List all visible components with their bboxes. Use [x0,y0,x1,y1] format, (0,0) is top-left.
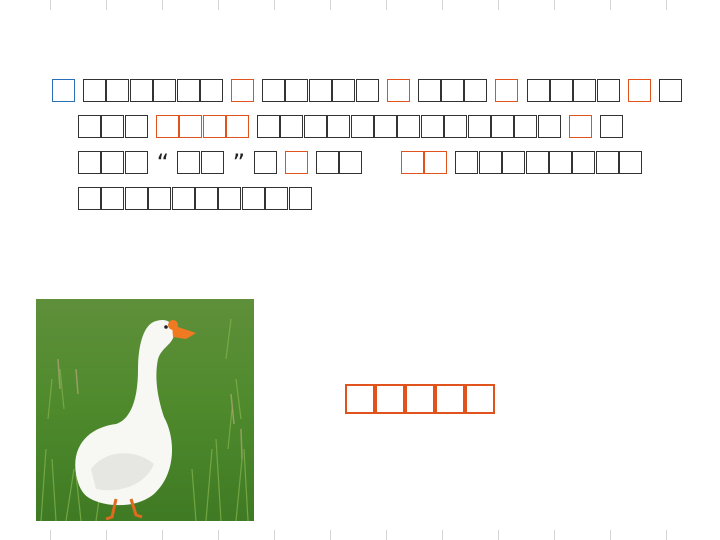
ruler-tick [106,530,107,540]
ruler-tick [106,0,107,10]
highlighted-char [284,151,308,174]
ruler-tick [554,0,555,10]
ruler-tick [274,0,275,10]
ruler-tick [442,0,443,10]
ruler-tick [610,0,611,10]
ruler-tick [442,530,443,540]
bullet-glyph [52,79,75,102]
paragraph-line-1 [52,73,682,109]
ruler-tick [666,530,667,540]
highlighted-char [495,79,519,102]
goose-photo [36,299,254,521]
highlighted-char [202,115,226,138]
ruler-tick [554,530,555,540]
ruler-tick [610,530,611,540]
ruler-tick [218,530,219,540]
paragraph-line-2 [52,109,623,145]
ruler-tick [50,0,51,10]
bottom-ruler-decoration [0,530,720,540]
close-quote: ” [232,149,246,177]
highlighted-char [386,79,410,102]
ruler-tick [330,530,331,540]
ruler-tick [218,0,219,10]
open-quote: “ [156,149,170,177]
highlighted-char [424,151,448,174]
top-ruler-decoration [0,0,720,10]
highlighted-char [225,115,249,138]
caption [345,384,495,415]
ruler-tick [386,530,387,540]
highlighted-char [231,79,255,102]
ruler-tick [162,530,163,540]
paragraph-line-4 [52,181,612,217]
ruler-tick [498,0,499,10]
ruler-tick [274,530,275,540]
ruler-tick [50,530,51,540]
highlighted-char [627,79,651,102]
ruler-tick [162,0,163,10]
paragraph: “ ” [52,73,682,217]
paragraph-line-3: “ ” [52,145,643,181]
highlighted-char [155,115,179,138]
highlighted-char [179,115,203,138]
highlighted-char [401,151,425,174]
ruler-tick [330,0,331,10]
ruler-tick [498,530,499,540]
ruler-tick [386,0,387,10]
highlighted-char [568,115,592,138]
ruler-tick [666,0,667,10]
